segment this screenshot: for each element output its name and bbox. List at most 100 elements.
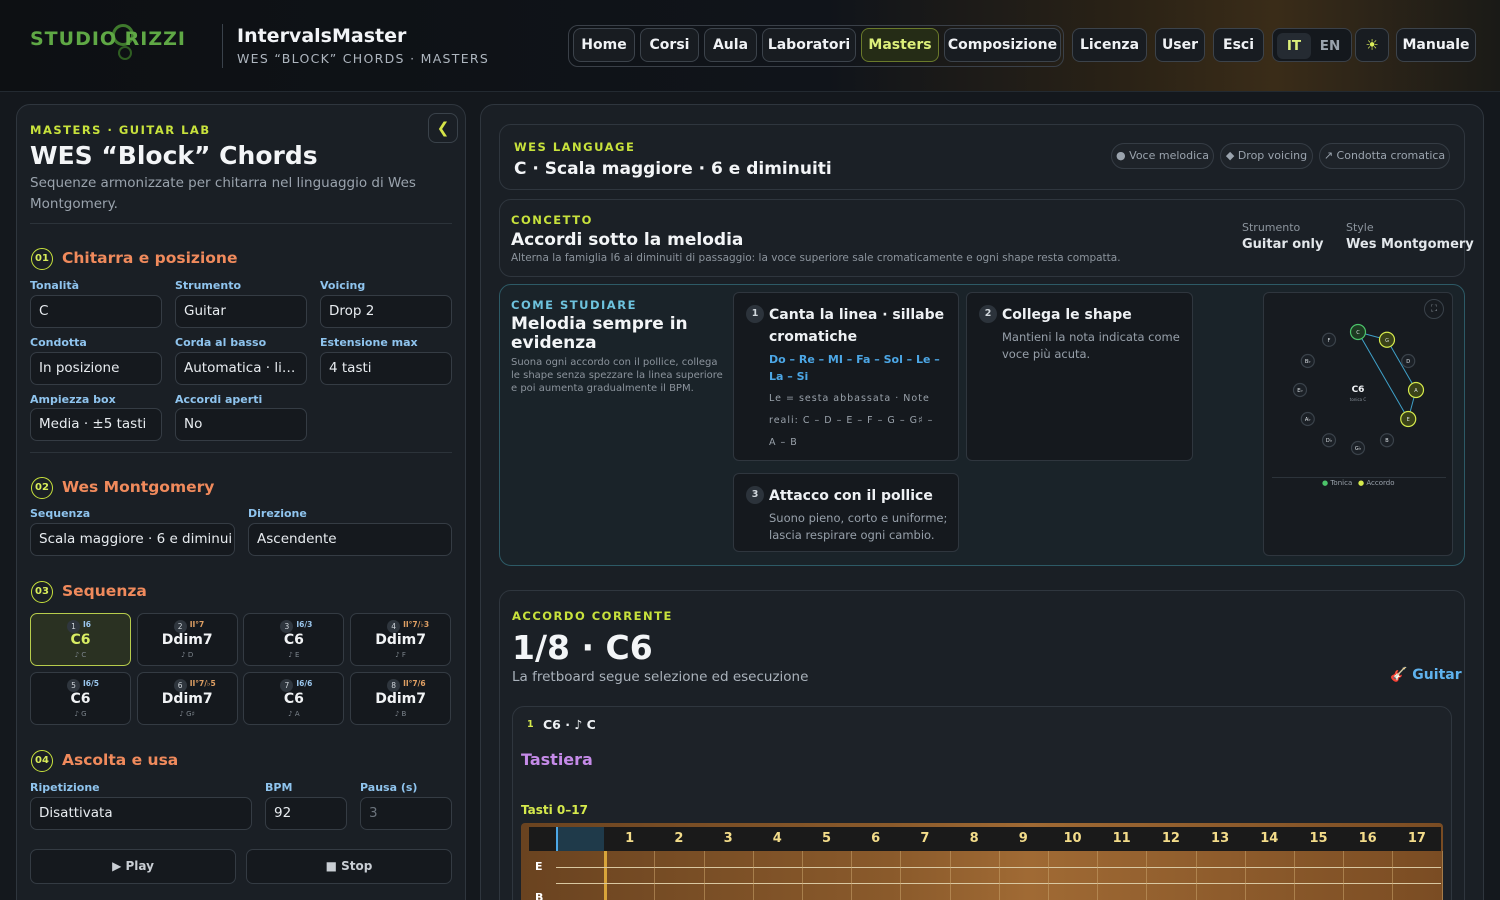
chord-degree: I6/6: [296, 679, 313, 688]
fret-number: 8: [969, 831, 979, 846]
estensione-select[interactable]: 4 tasti: [320, 352, 452, 385]
direzione-select[interactable]: Ascendente: [248, 523, 452, 556]
chord-card-3[interactable]: 3 I6/3 C6 ♪ E: [243, 613, 345, 666]
studiare-title: Melodia sempre in evidenza: [511, 314, 688, 353]
chord-card-5[interactable]: 5 I6/5 C6 ♪ G: [30, 672, 131, 725]
section-number: 04: [31, 750, 53, 772]
voicing-select[interactable]: Drop 2: [320, 295, 452, 328]
chord-degree: I6: [83, 620, 92, 629]
study-step-3: 3 Attacco con il pollice Suono pieno, co…: [733, 473, 959, 552]
chord-card-8[interactable]: 8 II°7/6 Ddim7 ♪ B: [350, 672, 452, 725]
sequenza-select[interactable]: Scala maggiore · 6 e diminui: [30, 523, 235, 556]
fret-number: 13: [1211, 831, 1230, 846]
tastiera-title: Tastiera: [521, 750, 593, 769]
circle-note-11[interactable]: F: [1321, 332, 1337, 347]
nav-laboratori[interactable]: Laboratori: [762, 28, 856, 62]
tonalita-select[interactable]: C: [30, 295, 162, 328]
circle-note-0[interactable]: C: [1349, 323, 1367, 341]
theme-toggle-sun-icon[interactable]: ☀: [1355, 28, 1389, 62]
fret-line: [1392, 851, 1394, 900]
corda-select[interactable]: Automatica · li…: [175, 352, 307, 385]
fret-line: [1244, 851, 1246, 900]
chord-card-7[interactable]: 7 I6/6 C6 ♪ A: [243, 672, 345, 725]
circle-note-10[interactable]: B♭: [1300, 353, 1315, 369]
nav-corsi[interactable]: Corsi: [640, 28, 699, 62]
circle-note-6[interactable]: G♭: [1350, 440, 1366, 456]
lang-en[interactable]: EN: [1313, 33, 1347, 59]
stop-button[interactable]: ■ Stop: [246, 849, 452, 884]
nav-home[interactable]: Home: [573, 28, 635, 62]
circle-note-9[interactable]: E♭: [1292, 382, 1308, 398]
chord-melody-note: ♪ C: [74, 651, 87, 659]
esci-button[interactable]: Esci: [1213, 28, 1264, 62]
studiare-description: Suona ogni accordo con il pollice, colle…: [511, 357, 723, 394]
step-description: Suono pieno, corto e uniforme; lascia re…: [769, 511, 948, 542]
legend-divider: [1272, 477, 1446, 478]
strumento-select[interactable]: Guitar: [175, 295, 307, 328]
fret-number: 3: [723, 831, 733, 846]
chord-card-4[interactable]: 4 II°7/♭3 Ddim7 ♪ F: [350, 613, 452, 666]
fret-line: [752, 851, 754, 900]
licenza-button[interactable]: Licenza: [1072, 28, 1147, 62]
lang-it[interactable]: IT: [1277, 33, 1311, 59]
nav-composizione[interactable]: Composizione: [944, 28, 1061, 62]
chord-melody-note: ♪ D: [181, 651, 194, 659]
circle-note-2[interactable]: D: [1401, 353, 1416, 369]
chord-card-2[interactable]: 2 II°7 Ddim7 ♪ D: [136, 613, 238, 666]
studiare-eyebrow: COME STUDIARE: [511, 298, 637, 312]
pausa-input[interactable]: 3: [360, 797, 452, 830]
voicing-number: 1: [527, 719, 534, 730]
bpm-label: BPM: [265, 781, 293, 794]
section-title-chitarra: Chitarra e posizione: [62, 249, 238, 267]
condotta-select[interactable]: In posizione: [30, 352, 162, 385]
play-button[interactable]: ▶ Play: [30, 849, 236, 884]
collapse-chevron-icon[interactable]: ❮: [428, 113, 458, 143]
chord-melody-note: ♪ E: [288, 651, 300, 659]
svg-text:D♭: D♭: [1326, 438, 1332, 444]
aperti-select[interactable]: No: [175, 408, 307, 441]
ripetizione-label: Ripetizione: [30, 781, 100, 794]
user-button[interactable]: User: [1155, 28, 1205, 62]
fret-line: [949, 851, 951, 900]
fret-number: 15: [1309, 831, 1328, 846]
chord-card-6[interactable]: 6 II°7/♭5 Ddim7 ♪ G♯: [136, 672, 238, 725]
nav-masters[interactable]: Masters: [861, 28, 939, 62]
fret-number: 4: [772, 831, 782, 846]
step-description: Mantieni la nota indicata come voce più …: [1002, 330, 1180, 361]
step-note-line: A – B: [769, 437, 798, 448]
fret-line: [802, 851, 803, 900]
chord-card-1[interactable]: 1 I6 C6 ♪ C: [30, 613, 131, 666]
circle-note-8[interactable]: A♭: [1300, 411, 1315, 427]
ampiezza-select[interactable]: Media · ±5 tasti: [30, 408, 162, 441]
left-title: WES “Block” Chords: [30, 141, 318, 170]
ampiezza-label: Ampiezza box: [30, 393, 116, 406]
top-bar: STUDIO RIZZI IntervalsMaster WES “BLOCK”…: [0, 0, 1500, 92]
circle-note-3[interactable]: A: [1407, 381, 1425, 399]
nav-aula[interactable]: Aula: [704, 28, 757, 62]
chromatic-syllables: Do – Re – MI – Fa – Sol – Le – La – Si: [769, 353, 940, 383]
study-step-2: 2 Collega le shape Mantieni la nota indi…: [966, 292, 1193, 461]
studio-logo[interactable]: STUDIO RIZZI: [30, 28, 186, 50]
bpm-input[interactable]: 92: [265, 797, 347, 830]
fret-line: [998, 851, 1000, 900]
manuale-button[interactable]: Manuale: [1396, 28, 1476, 62]
ripetizione-select[interactable]: Disattivata: [30, 797, 252, 830]
svg-text:C: C: [1356, 330, 1360, 336]
fret-line: [1195, 851, 1197, 900]
string-label-b: B: [535, 891, 544, 900]
circle-center-sub: tonica C: [1350, 397, 1367, 402]
circle-note-1[interactable]: G: [1378, 331, 1396, 348]
chord-name: C6: [283, 691, 304, 707]
svg-text:E: E: [1407, 417, 1410, 423]
fret-line: [654, 851, 656, 900]
step-title: Canta la linea · sillabe cromatiche: [769, 307, 945, 345]
fret-line: [1441, 851, 1443, 900]
pausa-label: Pausa (s): [360, 781, 418, 794]
circle-note-5[interactable]: B: [1379, 433, 1395, 448]
wes-title: C · Scala maggiore · 6 e diminuiti: [514, 159, 832, 179]
circle-note-4[interactable]: E: [1400, 410, 1417, 428]
voicing-label: Voicing: [320, 279, 366, 292]
chip-condotta-cromatica: ↗ Condotta cromatica: [1319, 143, 1450, 169]
instrument-guitar-icon[interactable]: 🎸 Guitar: [1390, 667, 1462, 683]
circle-note-7[interactable]: D♭: [1321, 433, 1337, 448]
